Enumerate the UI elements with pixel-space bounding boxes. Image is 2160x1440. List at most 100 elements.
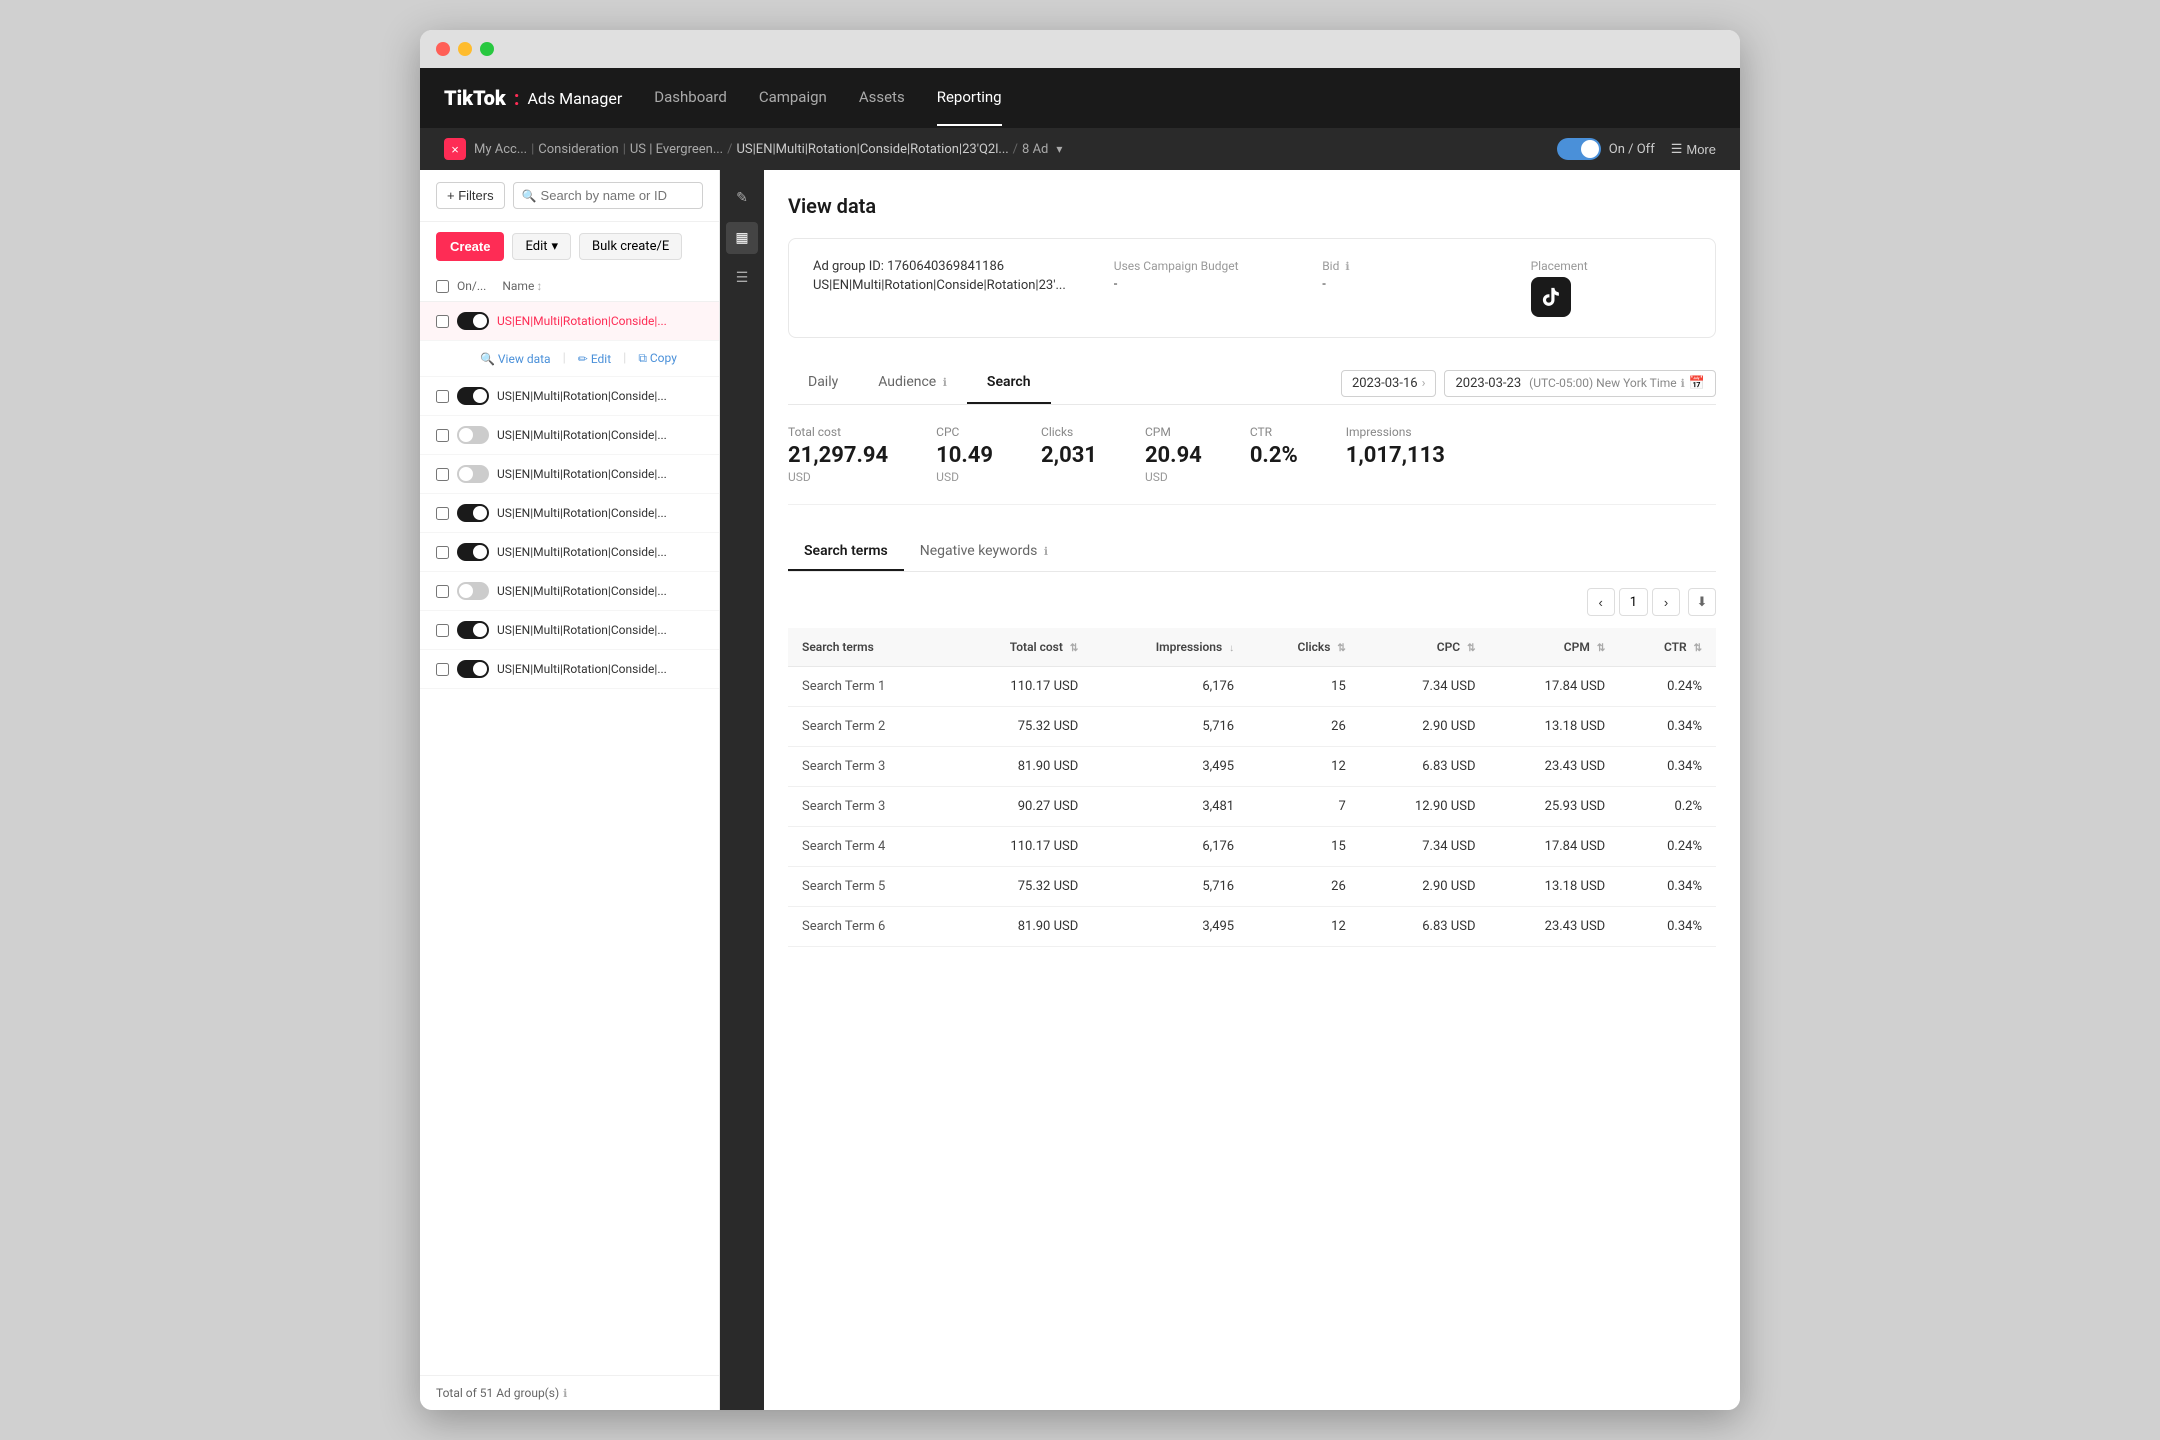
row-2-toggle[interactable]	[457, 387, 489, 405]
breadcrumb-close-button[interactable]: ×	[444, 138, 466, 160]
nav-dashboard[interactable]: Dashboard	[654, 70, 727, 126]
page-next-button[interactable]: ›	[1652, 588, 1680, 616]
row-5-name[interactable]: US|EN|Multi|Rotation|Conside|...	[497, 506, 703, 520]
chart-icon-panel[interactable]: ▦	[726, 222, 758, 254]
row-8-name[interactable]: US|EN|Multi|Rotation|Conside|...	[497, 623, 703, 637]
filter-button[interactable]: + Filters	[436, 182, 505, 209]
bid-info-icon: ℹ	[1345, 260, 1349, 273]
row-9-toggle[interactable]	[457, 660, 489, 678]
cell-impressions-7: 3,495	[1092, 907, 1248, 947]
calendar-icon[interactable]: 📅	[1689, 376, 1705, 391]
edit-link[interactable]: ✏ Edit	[578, 352, 611, 366]
cell-clicks-5: 15	[1248, 827, 1360, 867]
tab-search[interactable]: Search	[967, 362, 1051, 404]
list-icon-panel[interactable]: ☰	[726, 262, 758, 294]
download-button[interactable]: ⬇	[1688, 588, 1716, 616]
top-navigation: TikTok: Ads Manager Dashboard Campaign A…	[420, 68, 1740, 128]
row-1-checkbox[interactable]	[436, 315, 449, 328]
row-3-name[interactable]: US|EN|Multi|Rotation|Conside|...	[497, 428, 703, 442]
row-8-checkbox[interactable]	[436, 624, 449, 637]
create-button[interactable]: Create	[436, 232, 504, 261]
ad-group-id: Ad group ID: 1760640369841186	[813, 259, 1066, 274]
col-header-cpc[interactable]: CPC ⇅	[1360, 628, 1490, 667]
row-3-toggle[interactable]	[457, 426, 489, 444]
page-prev-button[interactable]: ‹	[1587, 588, 1615, 616]
subtab-search-terms[interactable]: Search terms	[788, 533, 904, 571]
maximize-button[interactable]	[480, 42, 494, 56]
col-header-impressions[interactable]: Impressions ↓	[1092, 628, 1248, 667]
minimize-button[interactable]	[458, 42, 472, 56]
breadcrumb-adcount[interactable]: 8 Ad	[1022, 142, 1048, 157]
copy-link[interactable]: ⧉ Copy	[638, 351, 677, 366]
row-7-checkbox[interactable]	[436, 585, 449, 598]
view-data-link[interactable]: 🔍 View data	[480, 352, 551, 366]
search-input[interactable]	[541, 188, 694, 203]
row-1-name[interactable]: US|EN|Multi|Rotation|Conside|...	[497, 314, 703, 328]
sidebar-row-6: US|EN|Multi|Rotation|Conside|...	[420, 533, 719, 572]
cell-clicks-2: 26	[1248, 707, 1360, 747]
nav-campaign[interactable]: Campaign	[759, 70, 827, 126]
row-9-checkbox[interactable]	[436, 663, 449, 676]
breadcrumb-actions: On / Off ☰ More	[1557, 138, 1716, 160]
tab-audience[interactable]: Audience ℹ	[858, 362, 967, 404]
row-3-checkbox[interactable]	[436, 429, 449, 442]
row-7-toggle[interactable]	[457, 582, 489, 600]
stat-impressions-value: 1,017,113	[1346, 443, 1445, 468]
table-row-7: Search Term 6 81.90 USD 3,495 12 6.83 US…	[788, 907, 1716, 947]
col-header-clicks[interactable]: Clicks ⇅	[1248, 628, 1360, 667]
row-5-toggle[interactable]	[457, 504, 489, 522]
budget-value: -	[1114, 277, 1274, 292]
data-table: Search terms Total cost ⇅ Impressions ↓ …	[788, 628, 1716, 947]
cell-cost-7: 81.90 USD	[951, 907, 1092, 947]
row-6-name[interactable]: US|EN|Multi|Rotation|Conside|...	[497, 545, 703, 559]
row-2-checkbox[interactable]	[436, 390, 449, 403]
row-8-toggle[interactable]	[457, 621, 489, 639]
subtab-negative-keywords[interactable]: Negative keywords ℹ	[904, 533, 1064, 571]
stat-ctr-value: 0.2%	[1250, 443, 1298, 468]
bulk-button[interactable]: Bulk create/E	[579, 233, 682, 260]
breadcrumb-adgroup[interactable]: US|EN|Multi|Rotation|Conside|Rotation|23…	[736, 142, 1008, 157]
row-5-checkbox[interactable]	[436, 507, 449, 520]
breadcrumb-account[interactable]: My Acc...	[474, 142, 527, 157]
row-2-name[interactable]: US|EN|Multi|Rotation|Conside|...	[497, 389, 703, 403]
tab-daily[interactable]: Daily	[788, 362, 858, 404]
col-header-ctr[interactable]: CTR ⇅	[1619, 628, 1716, 667]
cell-cpm-7: 23.43 USD	[1489, 907, 1619, 947]
sidebar-row-9: US|EN|Multi|Rotation|Conside|...	[420, 650, 719, 689]
row-6-checkbox[interactable]	[436, 546, 449, 559]
on-off-toggle[interactable]: On / Off	[1557, 138, 1655, 160]
nav-reporting[interactable]: Reporting	[937, 70, 1002, 126]
col-header-term[interactable]: Search terms	[788, 628, 951, 667]
breadcrumb-consideration[interactable]: Consideration	[538, 142, 618, 157]
row-4-name[interactable]: US|EN|Multi|Rotation|Conside|...	[497, 467, 703, 481]
date-end-input[interactable]: 2023-03-23 (UTC-05:00) New York Time ℹ 📅	[1444, 370, 1716, 397]
cell-cpc-1: 7.34 USD	[1360, 667, 1490, 707]
toggle-track[interactable]	[1557, 138, 1601, 160]
row-4-checkbox[interactable]	[436, 468, 449, 481]
close-button[interactable]	[436, 42, 450, 56]
toggle-label: On / Off	[1609, 142, 1655, 157]
sidebar-table-header: On/... Name ↕	[420, 271, 719, 302]
col-header-cost[interactable]: Total cost ⇅	[951, 628, 1092, 667]
date-start-input[interactable]: 2023-03-16 ›	[1341, 370, 1437, 397]
col-header-cpm[interactable]: CPM ⇅	[1489, 628, 1619, 667]
row-6-toggle[interactable]	[457, 543, 489, 561]
row-4-toggle[interactable]	[457, 465, 489, 483]
more-button[interactable]: ☰ More	[1671, 141, 1716, 157]
pencil-icon-panel[interactable]: ✎	[726, 182, 758, 214]
row-9-name[interactable]: US|EN|Multi|Rotation|Conside|...	[497, 662, 703, 676]
edit-button[interactable]: Edit ▾	[512, 233, 571, 260]
cell-cpm-6: 13.18 USD	[1489, 867, 1619, 907]
stat-impressions: Impressions 1,017,113	[1346, 425, 1445, 484]
cell-term-3: Search Term 3	[788, 747, 951, 787]
row-6-thumb	[473, 545, 487, 559]
row-1-toggle[interactable]	[457, 312, 489, 330]
nav-assets[interactable]: Assets	[859, 70, 905, 126]
cpc-sort-icon: ⇅	[1467, 643, 1475, 654]
stat-clicks-label: Clicks	[1041, 425, 1097, 439]
row-7-name[interactable]: US|EN|Multi|Rotation|Conside|...	[497, 584, 703, 598]
select-all-checkbox[interactable]	[436, 280, 449, 293]
breadcrumb-dropdown-button[interactable]: ▾	[1056, 142, 1062, 156]
sidebar-row-2: US|EN|Multi|Rotation|Conside|...	[420, 377, 719, 416]
breadcrumb-us-evergreen[interactable]: US | Evergreen...	[630, 142, 723, 157]
